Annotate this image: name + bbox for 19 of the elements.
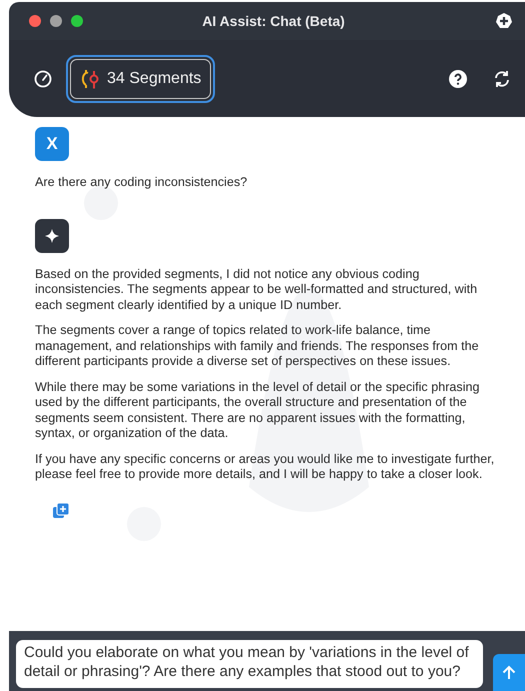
minimize-button[interactable] [50,15,62,27]
message-text: Are there any coding inconsistencies? [35,175,248,190]
message-text: While there may be some variations in the level of detail or the specific phrasing used by the different participants, the overall structure and presentation of the segments seem consistent. There are no apparent issues with the formatting, syntax, or organization of the data. [35,380,481,442]
message-input[interactable]: Could you elaborate on what you mean by 'variations in the level of detail or phrasing'? Are there any examples that stood out to you? [16,640,484,688]
user-avatar: X [35,127,69,161]
refresh-icon[interactable] [493,70,511,88]
window-title: AI Assist: Chat (Beta) [201,13,346,29]
zoom-button[interactable] [71,15,83,27]
segments-button[interactable]: 34 Segments [70,58,212,98]
message-text: Based on the provided segments, I did not notice any obvious coding inconsistencies. The segments appear to be well-formatted and structured, with each segment clearly identified by a unique ID number. [35,266,478,313]
help-icon[interactable] [449,70,467,88]
message-text: The segments cover a range of topics related to work-life balance, time management, and relationships with family and friends. The responses from the different participants provide a diverse set of perspectives on these issues. [35,323,480,370]
gauge-icon[interactable] [34,70,52,88]
send-button[interactable] [493,654,525,691]
message-text: If you have any specific concerns or areas you would like me to investigate further, please feel free to provide more details, and I will be happy to take a closer look. [35,452,496,482]
sparkle-icon [35,218,69,252]
plus-badge-icon[interactable] [495,12,513,30]
arrow-up-icon [501,664,518,680]
close-button[interactable] [29,15,41,27]
